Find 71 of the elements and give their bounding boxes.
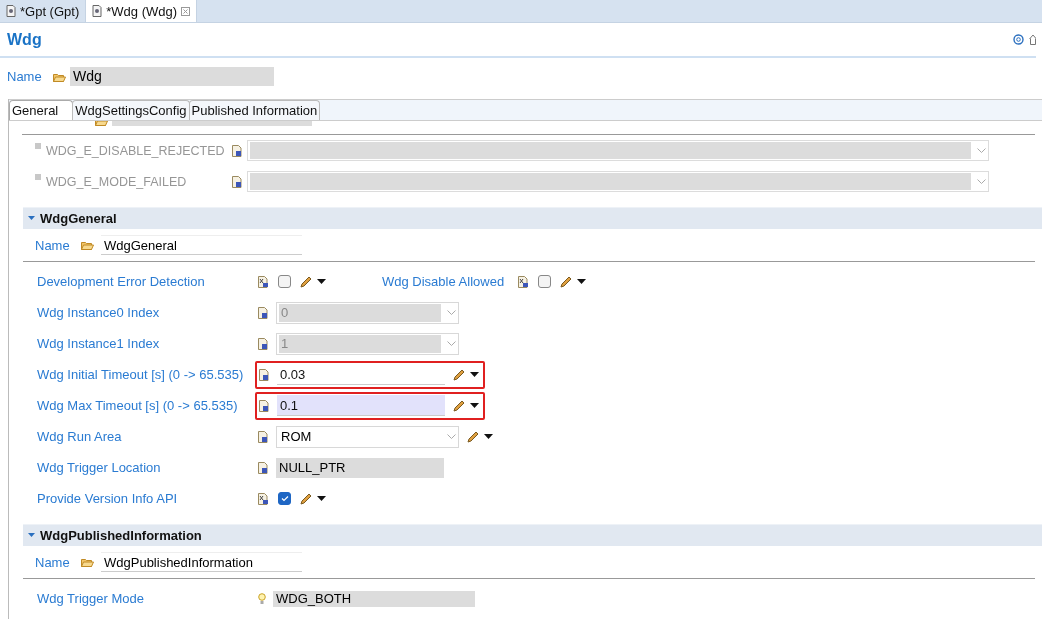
- field-label: Wdg Max Timeout [s] (0 -> 65.535): [37, 398, 239, 413]
- checkbox[interactable]: [278, 275, 291, 288]
- input-field[interactable]: 0.1: [277, 395, 445, 416]
- section-title: WdgPublishedInformation: [40, 528, 202, 543]
- parameter-icon: [259, 368, 269, 381]
- folder-icon: [81, 240, 94, 250]
- pencil-icon[interactable]: [453, 399, 465, 412]
- checkbox[interactable]: [278, 492, 291, 505]
- checkmark-icon: [280, 495, 289, 502]
- pencil-icon[interactable]: [453, 368, 465, 381]
- readonly-field: WDG_BOTH: [273, 590, 475, 607]
- editor-tab[interactable]: *Gpt (Gpt): [0, 0, 86, 22]
- parameter-icon: [258, 306, 268, 319]
- bulb-icon: [258, 592, 266, 605]
- pencil-icon[interactable]: [467, 430, 479, 443]
- checkbox[interactable]: [538, 275, 551, 288]
- parameter-icon: [232, 175, 242, 188]
- pencil-icon[interactable]: [300, 492, 312, 505]
- section-header[interactable]: WdgPublishedInformation: [23, 524, 1042, 546]
- caret-icon[interactable]: [577, 278, 586, 285]
- caret-icon[interactable]: [484, 433, 493, 440]
- field-label: Development Error Detection: [37, 274, 206, 289]
- collapse-icon[interactable]: [28, 533, 35, 538]
- readonly-field: NULL_PTR: [276, 457, 444, 478]
- pencil-icon[interactable]: [300, 275, 312, 288]
- tab[interactable]: Published Information: [188, 100, 321, 120]
- parameter-icon: [258, 492, 269, 505]
- parameter-icon: [258, 461, 268, 474]
- home-icon[interactable]: [1029, 34, 1036, 45]
- bullet-icon: [35, 173, 41, 180]
- parameter-icon: [259, 399, 269, 412]
- folder-icon: [53, 71, 66, 82]
- field-label: Wdg Trigger Location: [37, 460, 162, 475]
- close-icon[interactable]: [181, 6, 191, 16]
- collapse-icon[interactable]: [28, 216, 35, 221]
- caret-icon[interactable]: [317, 495, 326, 502]
- name-label: Name: [35, 554, 71, 570]
- editor-tab[interactable]: *Wdg (Wdg): [85, 0, 198, 22]
- field-label: Wdg Instance1 Index: [37, 336, 161, 351]
- parameter-icon: [258, 430, 268, 443]
- name-field: Wdg: [70, 67, 274, 86]
- field-label: Wdg Disable Allowed: [382, 274, 506, 289]
- field-label: Wdg Trigger Mode: [37, 591, 145, 606]
- section-header[interactable]: WdgGeneral: [23, 207, 1042, 229]
- caret-icon[interactable]: [470, 371, 479, 378]
- pencil-icon[interactable]: [560, 275, 572, 288]
- document-icon: [92, 5, 103, 17]
- folder-icon: [81, 557, 94, 567]
- name-label: Name: [7, 69, 43, 84]
- tab[interactable]: WdgSettingsConfig: [72, 100, 190, 120]
- form-title: Wdg: [7, 30, 43, 49]
- name-label: Name: [35, 237, 71, 253]
- field-label: WDG_E_MODE_FAILED: [46, 174, 188, 189]
- caret-icon[interactable]: [317, 278, 326, 285]
- caret-icon[interactable]: [470, 402, 479, 409]
- field-label: Provide Version Info API: [37, 491, 179, 506]
- field-label: WDG_E_DISABLE_REJECTED: [46, 143, 226, 158]
- field-label: Wdg Initial Timeout [s] (0 -> 65.535): [37, 367, 245, 382]
- parameter-icon: [232, 144, 242, 157]
- section-title: WdgGeneral: [40, 211, 117, 226]
- parameter-icon: [258, 337, 268, 350]
- tab[interactable]: General: [9, 100, 74, 120]
- bullet-icon: [35, 142, 41, 149]
- name-field[interactable]: WdgPublishedInformation: [101, 552, 302, 572]
- parameter-icon: [518, 275, 529, 288]
- field-label: Wdg Instance0 Index: [37, 305, 161, 320]
- dropdown[interactable]: ROM: [276, 425, 459, 448]
- parameter-icon: [258, 275, 269, 288]
- field-label: Wdg Run Area: [37, 429, 123, 444]
- name-field[interactable]: WdgGeneral: [101, 235, 302, 255]
- document-icon: [6, 5, 16, 17]
